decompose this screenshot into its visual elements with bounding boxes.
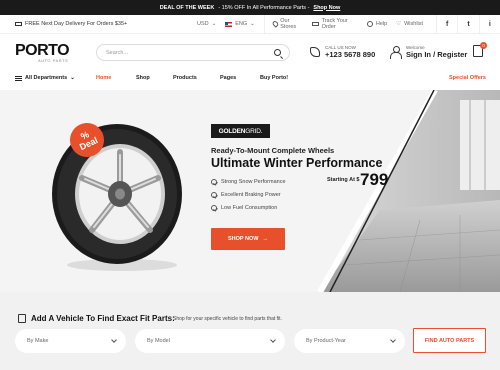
signin-link[interactable]: Sign In / Register (406, 50, 467, 59)
make-select[interactable]: By Make (15, 329, 126, 353)
phone-number[interactable]: +123 5678 890 (325, 50, 375, 59)
our-stores-link[interactable]: Our Stores (271, 18, 304, 30)
phone-icon (310, 47, 320, 57)
nav-pages[interactable]: Pages (220, 75, 236, 81)
hero-title: Ultimate Winter Performance (211, 156, 383, 170)
truck-icon (15, 22, 22, 26)
search-input[interactable]: Search... (96, 44, 290, 61)
check-circle-icon (211, 205, 217, 211)
help-icon (366, 21, 373, 27)
divider (263, 14, 265, 34)
shipping-notice: FREE Next Day Delivery For Orders $35+ (15, 21, 127, 27)
facebook-icon[interactable]: f (436, 14, 457, 34)
feature-item: Strong Snow Performance (211, 179, 286, 185)
brand-logo: GOLDEN GRID. (211, 124, 270, 138)
special-offers-link[interactable]: Special Offers (449, 75, 486, 81)
heart-icon: ♡ (396, 21, 402, 27)
logo-subtitle: AUTO PARTS (38, 58, 69, 63)
top-bar-utilities: USD ⌄ ENG ⌄ Our Stores Track Your Order He… (197, 14, 500, 34)
cart-count-badge: 0 (480, 42, 487, 49)
arrow-right-icon: → (262, 236, 268, 242)
hero-subtitle: Ready-To-Mount Complete Wheels (211, 146, 335, 155)
find-auto-parts-button[interactable]: FIND AUTO PARTS (413, 328, 486, 353)
twitter-icon[interactable]: t (457, 14, 478, 34)
finder-subtitle: Shop for your specific vehicle to find p… (173, 316, 282, 322)
pin-icon (271, 20, 279, 28)
feature-item: Low Fuel Consumption (211, 205, 277, 211)
hero-banner: % Deal GOLDEN GRID. Ready-To-Mount Comple… (0, 90, 500, 292)
check-circle-icon (211, 192, 217, 198)
help-link[interactable]: Help (366, 21, 387, 27)
language-select[interactable]: ENG ⌄ (225, 21, 255, 27)
shop-now-button[interactable]: SHOP NOW → (211, 228, 285, 250)
shipping-text: FREE Next Day Delivery For Orders $35+ (25, 21, 128, 27)
chevron-down-icon (270, 337, 276, 343)
main-nav: All Departments ⌄ Home Shop Products Page… (0, 70, 500, 86)
model-select[interactable]: By Model (135, 329, 285, 353)
search-icon[interactable] (274, 49, 281, 56)
truck-icon (312, 22, 319, 26)
nav-home[interactable]: Home (96, 75, 111, 81)
chevron-down-icon (390, 337, 396, 343)
instagram-icon[interactable]: i (478, 14, 500, 34)
nav-buy-porto[interactable]: Buy Porto! (260, 75, 288, 81)
wishlist-link[interactable]: ♡ Wishlist (396, 21, 423, 27)
currency-select[interactable]: USD ⌄ (197, 21, 216, 27)
user-icon (390, 46, 402, 59)
header: PORTO AUTO PARTS Search... CALL US NOW +… (0, 34, 500, 70)
promo-lead: DEAL OF THE WEEK (159, 4, 215, 11)
flag-icon (225, 21, 233, 27)
hero-price: 799 (360, 170, 389, 189)
nav-products[interactable]: Products (173, 75, 197, 81)
top-bar: FREE Next Day Delivery For Orders $35+ U… (0, 14, 500, 34)
product-year-select[interactable]: By Product-Year (294, 329, 405, 353)
check-circle-icon (211, 179, 217, 185)
promo-shop-link[interactable]: Shop Now (313, 5, 340, 11)
account[interactable]: Welcome Sign In / Register (390, 45, 467, 59)
chevron-down-icon (111, 337, 117, 343)
car-icon (18, 314, 26, 323)
phone-contact: CALL US NOW +123 5678 890 (310, 45, 375, 59)
search-placeholder: Search... (106, 49, 129, 56)
menu-icon (15, 75, 22, 81)
finder-title: Add A Vehicle To Find Exact Fit Parts: (18, 314, 175, 323)
feature-item: Excellent Braking Power (211, 192, 281, 198)
starting-at-label: Starting At $ (327, 177, 360, 183)
promo-text: - 15% OFF In All Performance Parts - (218, 4, 310, 11)
promo-bar: DEAL OF THE WEEK - 15% OFF In All Perfor… (0, 0, 500, 15)
all-departments-button[interactable]: All Departments ⌄ (15, 75, 75, 81)
nav-shop[interactable]: Shop (136, 75, 150, 81)
track-order-link[interactable]: Track Your Order (312, 18, 358, 30)
